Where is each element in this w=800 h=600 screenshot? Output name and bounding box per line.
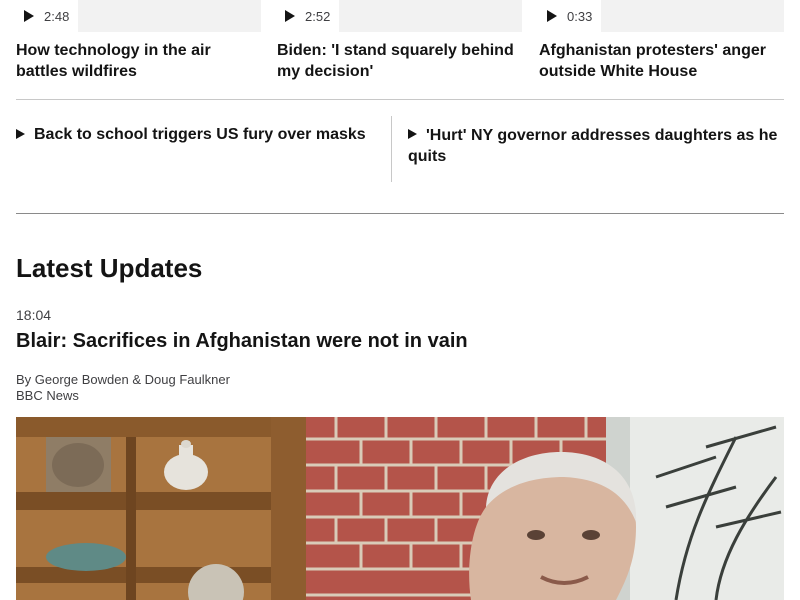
video-thumbnail[interactable]: 2:48: [16, 0, 261, 32]
video-title-link[interactable]: Afghanistan protesters' anger outside Wh…: [539, 40, 784, 82]
byline-source: BBC News: [16, 388, 79, 403]
divider: [391, 116, 392, 182]
update-timestamp: 18:04: [16, 307, 52, 323]
story-photo-illustration: [16, 417, 784, 600]
play-icon: [547, 10, 557, 22]
play-icon: [285, 10, 295, 22]
section-heading: Latest Updates: [16, 253, 203, 283]
related-video-link[interactable]: 'Hurt' NY governor addresses daughters a…: [408, 124, 784, 167]
video-title-link[interactable]: How technology in the air battles wildfi…: [16, 40, 261, 82]
video-carousel: 2:48 How technology in the air battles w…: [16, 0, 784, 100]
video-duration: 2:52: [305, 8, 331, 24]
section-divider: [16, 213, 784, 214]
play-icon: [24, 10, 34, 22]
play-icon: [16, 129, 25, 139]
byline: By George Bowden & Doug Faulkner BBC New…: [16, 372, 230, 404]
related-videos: Back to school triggers US fury over mas…: [16, 116, 784, 182]
related-video-label: 'Hurt' NY governor addresses daughters a…: [408, 127, 778, 165]
related-video-link[interactable]: Back to school triggers US fury over mas…: [16, 124, 376, 145]
video-title-link[interactable]: Biden: 'I stand squarely behind my decis…: [277, 40, 522, 82]
duration-badge: 2:52: [277, 0, 339, 32]
story-image: [16, 417, 784, 600]
byline-authors: By George Bowden & Doug Faulkner: [16, 372, 230, 387]
video-duration: 0:33: [567, 8, 593, 24]
related-video-label: Back to school triggers US fury over mas…: [34, 126, 366, 143]
update-headline[interactable]: Blair: Sacrifices in Afghanistan were no…: [16, 330, 468, 353]
video-duration: 2:48: [44, 8, 70, 24]
duration-badge: 0:33: [539, 0, 601, 32]
video-thumbnail[interactable]: 2:52: [277, 0, 522, 32]
duration-badge: 2:48: [16, 0, 78, 32]
video-thumbnail[interactable]: 0:33: [539, 0, 784, 32]
play-icon: [408, 129, 417, 139]
